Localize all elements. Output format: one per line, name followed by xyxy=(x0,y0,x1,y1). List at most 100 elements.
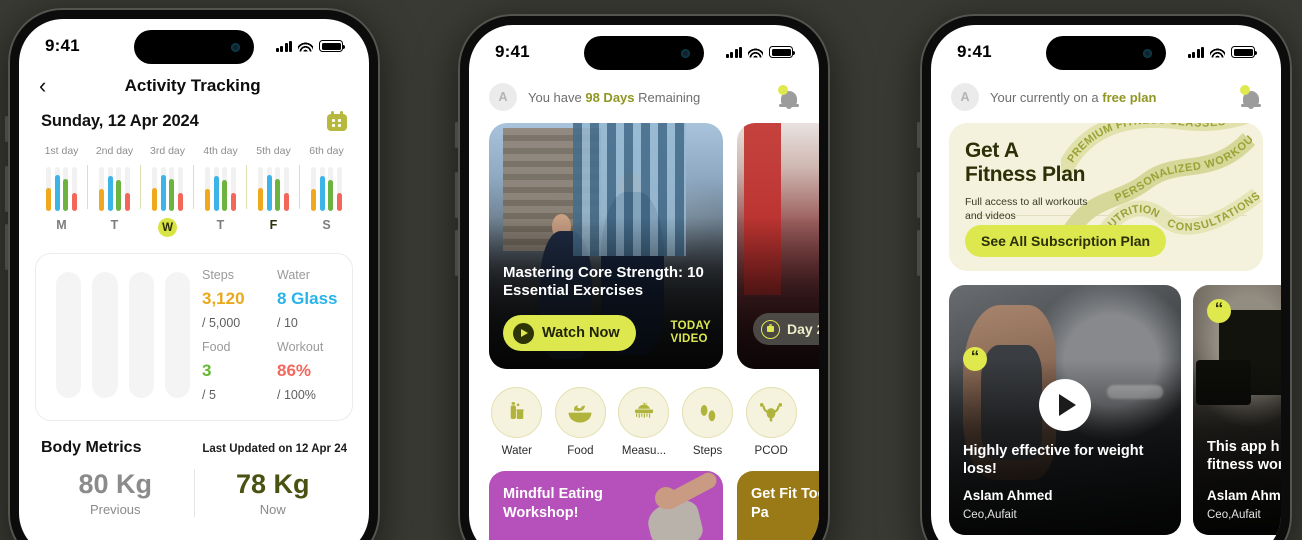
chart-day-group[interactable] xyxy=(193,165,247,211)
metric-previous-label: Previous xyxy=(89,502,141,517)
chart-bar-track xyxy=(222,167,228,211)
chart-day-labels: 1st day 2nd day 3rd day 4th day 5th day 6th d… xyxy=(35,145,353,157)
quick-action-steps[interactable]: Steps xyxy=(676,387,740,457)
quick-action-measu[interactable]: Measu... xyxy=(612,387,676,457)
phone2-volume-up xyxy=(455,172,458,218)
cellular-bars-icon xyxy=(725,46,742,58)
battery-icon xyxy=(1231,46,1258,58)
chart-bar-workout xyxy=(124,193,130,211)
chart-label-1: 2nd day xyxy=(95,145,134,157)
promo-carousel[interactable]: Mindful Eating Workshop! Join Workshop G… xyxy=(469,457,819,540)
chart-day-s-5[interactable]: S xyxy=(300,218,353,237)
footsteps-icon xyxy=(682,387,734,438)
chart-bar-track xyxy=(63,167,69,211)
stat-target: / 5,000 xyxy=(202,316,241,330)
calendar-icon[interactable] xyxy=(327,111,347,131)
quote-icon: “ xyxy=(963,347,987,371)
chart-day-w-2[interactable]: W xyxy=(141,218,194,237)
chart-day-m-0[interactable]: M xyxy=(35,218,88,237)
watch-now-button[interactable]: Watch Now xyxy=(503,315,636,351)
locked-day-label: Day 2 xyxy=(787,321,819,337)
chart-day-group[interactable] xyxy=(299,165,353,211)
msg-pre: You have xyxy=(528,89,586,105)
chart-day-group[interactable] xyxy=(140,165,194,211)
stats-grid: Steps 3,120 / 5,000 Water 8 Glass / 10 Food 3 / … xyxy=(198,268,340,406)
stat-food: Food 3 / 5 xyxy=(202,340,265,406)
metric-now: 78 Kg Now xyxy=(193,469,352,517)
chart-bar-track xyxy=(116,167,122,211)
phone2-status-bar: 9:41 xyxy=(469,25,819,73)
play-circle-icon[interactable] xyxy=(1039,379,1091,431)
chart-day-t-1[interactable]: T xyxy=(88,218,141,237)
phone-mockup-home-feed: 9:41 A You have 98 Days Remaining Master… xyxy=(455,14,830,540)
chart-bar-food xyxy=(116,180,122,211)
video-card-today[interactable]: Mastering Core Strength: 10 Essential Ex… xyxy=(489,123,723,369)
tag-line-1: TODAY xyxy=(670,319,711,332)
testimonial-card-1[interactable]: “ Highly effective for weight loss! Asla… xyxy=(949,285,1181,535)
body-metrics-updated: Last Updated on 12 Apr 24 xyxy=(202,443,347,455)
notification-bell-icon[interactable] xyxy=(778,85,799,109)
status-indicators xyxy=(725,46,796,58)
chart-bar-food xyxy=(222,180,228,211)
today-video-tag: TODAY VIDEO xyxy=(671,320,712,347)
battery-icon xyxy=(319,40,346,52)
phone2-volume-down xyxy=(455,230,458,276)
stats-placeholder-bars xyxy=(48,268,198,406)
chart-bar-steps xyxy=(311,189,317,211)
notification-bell-icon[interactable] xyxy=(1240,85,1261,109)
promo-card-get-fit-together[interactable]: Get Fit Together: Partner Pa Partner Up xyxy=(737,471,819,540)
fitness-plan-banner[interactable]: PREMIUM FITNESS CLASSES PERSONALIZED WOR… xyxy=(949,123,1263,271)
chart-bar-track xyxy=(124,167,130,211)
quick-action-pcod[interactable]: PCOD xyxy=(739,387,803,457)
video-card-locked[interactable]: Day 2 xyxy=(737,123,819,369)
chart-day-f-4[interactable]: F xyxy=(247,218,300,237)
chart-day-group[interactable] xyxy=(246,165,300,211)
status-indicators xyxy=(275,40,346,52)
testimonial-carousel[interactable]: “ Highly effective for weight loss! Asla… xyxy=(931,271,1281,535)
promo-card-mindful-eating[interactable]: Mindful Eating Workshop! Join Workshop xyxy=(489,471,723,540)
dynamic-island xyxy=(1046,36,1166,70)
chart-bar-water xyxy=(54,174,60,211)
chart-day-group[interactable] xyxy=(87,165,141,211)
phone2-mute-switch xyxy=(455,122,458,148)
chart-bar-track xyxy=(177,167,183,211)
date-row: Sunday, 12 Apr 2024 xyxy=(19,101,369,131)
stat-water: Water 8 Glass / 10 xyxy=(277,268,340,334)
promo-title: Mindful Eating Workshop! xyxy=(503,486,603,521)
quick-actions-row: Water Food Measu... Steps PCOD xyxy=(469,369,819,457)
measuring-tape-icon xyxy=(618,387,670,438)
stat-target: / 10 xyxy=(277,316,298,330)
chart-bar-workout xyxy=(283,192,289,211)
phone1-content: ‹ Activity Tracking Sunday, 12 Apr 2024 … xyxy=(19,67,369,540)
see-subscription-plan-button[interactable]: See All Subscription Plan xyxy=(965,225,1167,257)
video-carousel[interactable]: Mastering Core Strength: 10 Essential Ex… xyxy=(469,113,819,369)
chart-bar-water xyxy=(160,174,166,211)
wifi-icon xyxy=(748,47,763,58)
metric-previous: 80 Kg Previous xyxy=(37,469,194,517)
phone3-header: A Your currently on a free plan xyxy=(931,73,1281,113)
quick-action-water[interactable]: Water xyxy=(485,387,549,457)
stat-value: 3 xyxy=(202,361,212,380)
chart-day-t-3[interactable]: T xyxy=(194,218,247,237)
chart-bar-track xyxy=(319,167,325,211)
chart-bar-workout xyxy=(336,193,342,211)
chart-bar-track xyxy=(205,167,211,211)
stat-value: 86% xyxy=(277,361,312,380)
quick-action-label: Steps xyxy=(692,445,723,457)
avatar[interactable]: A xyxy=(489,83,517,111)
testimonial-card-2[interactable]: “ This app h my fitness workouts Aslam A… xyxy=(1193,285,1281,535)
chart-bar-water xyxy=(107,175,113,211)
chart-day-group[interactable] xyxy=(35,167,88,211)
stat-key: Workout xyxy=(277,340,324,354)
phone3-content: A Your currently on a free plan PREMIUM … xyxy=(931,73,1281,540)
chart-bar-track xyxy=(258,167,264,211)
chart-bar-steps xyxy=(46,188,52,211)
front-camera-icon xyxy=(1143,48,1152,58)
phone2-content: A You have 98 Days Remaining Mastering C… xyxy=(469,73,819,540)
avatar[interactable]: A xyxy=(951,83,979,111)
banner-subtitle: Full access to all workouts and videos xyxy=(965,195,1247,223)
status-time: 9:41 xyxy=(495,42,530,61)
dynamic-island xyxy=(134,30,254,64)
quick-action-food[interactable]: Food xyxy=(549,387,613,457)
daily-stats-card: Steps 3,120 / 5,000 Water 8 Glass / 10 Food 3 / … xyxy=(35,253,353,421)
